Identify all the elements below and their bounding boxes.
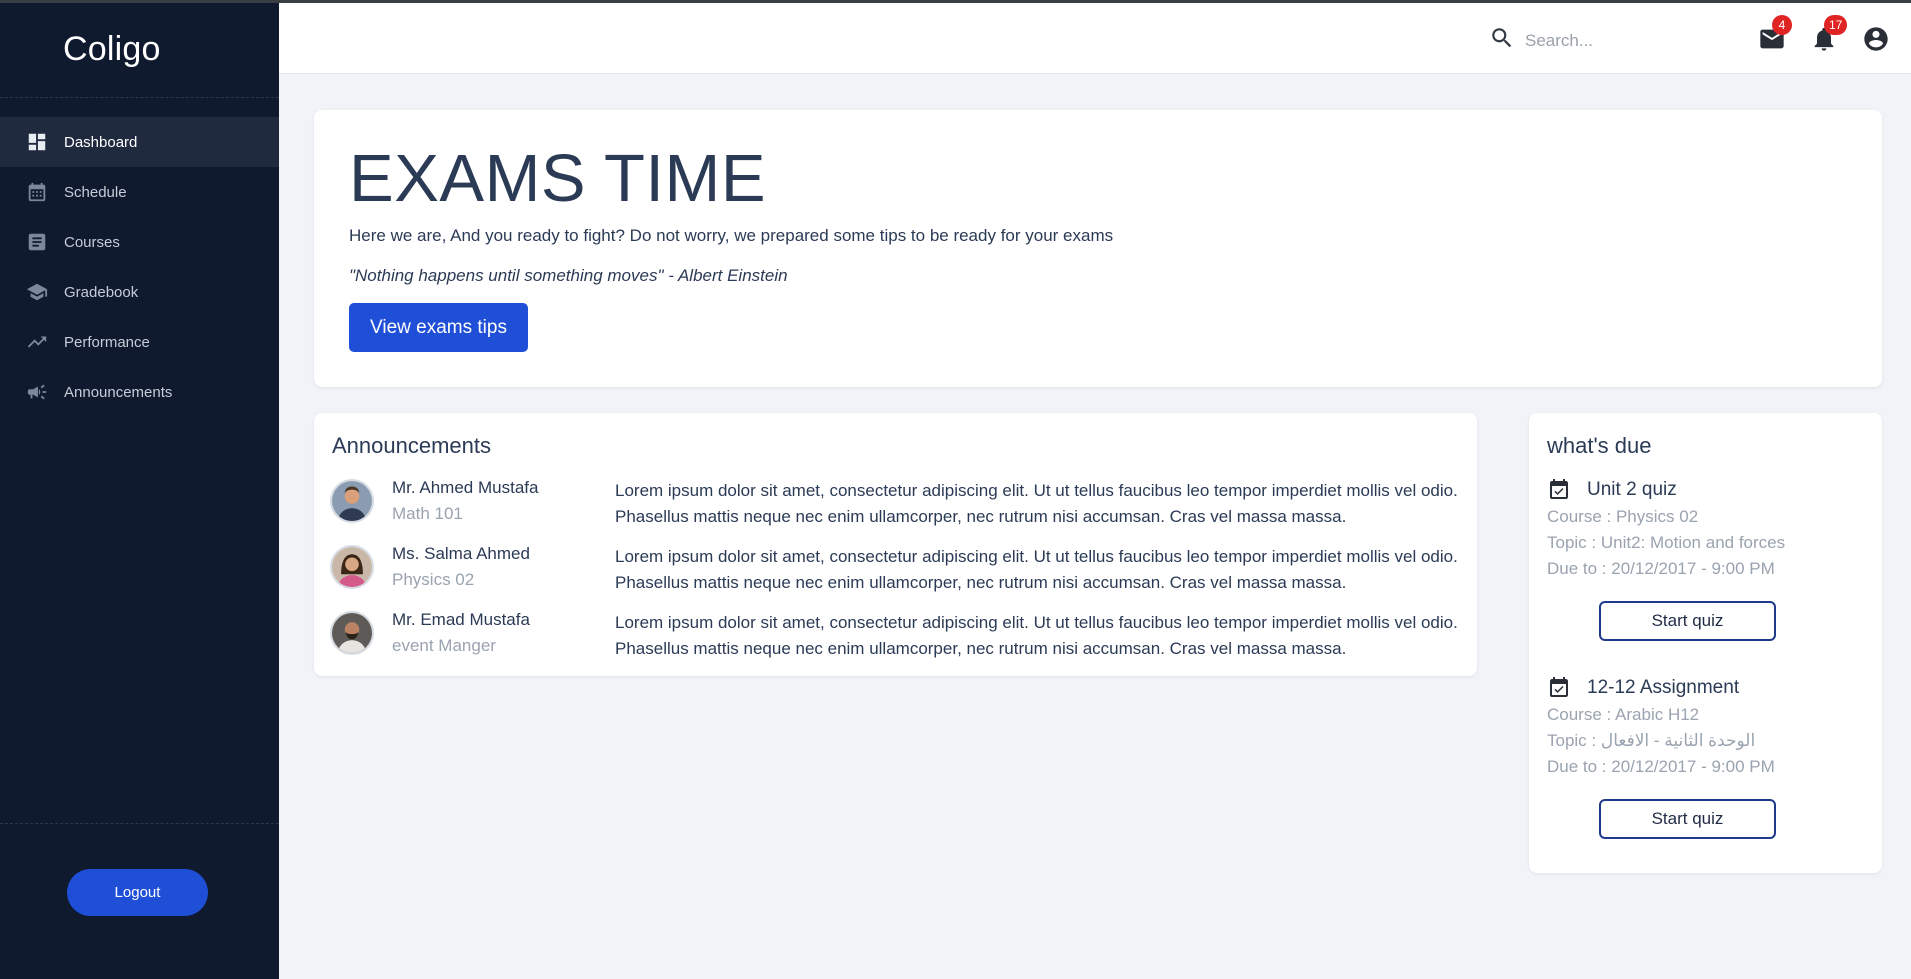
app-logo[interactable]: Coligo xyxy=(63,30,161,69)
hero-description: Here we are, And you ready to fight? Do … xyxy=(349,226,1114,245)
announcement-text: Lorem ipsum dolor sit amet, consectetur … xyxy=(615,481,1458,526)
bell-icon xyxy=(1810,27,1838,57)
announcements-title: Announcements xyxy=(332,433,491,458)
start-quiz-button[interactable]: Start quiz xyxy=(1599,799,1776,839)
sidebar-item-label: Announcements xyxy=(64,383,173,401)
event-available-icon xyxy=(1550,479,1568,499)
hero-quote: "Nothing happens until something moves" … xyxy=(349,266,788,285)
avatar xyxy=(330,479,374,523)
announcement-text: Lorem ipsum dolor sit amet, consectetur … xyxy=(615,613,1458,658)
due-item-topic: Topic : Unit2: Motion and forces xyxy=(1547,533,1786,552)
hero-title: EXAMS TIME xyxy=(349,141,767,216)
due-item-title: Unit 2 quiz xyxy=(1587,479,1677,500)
mail-button[interactable]: 4 xyxy=(1758,15,1792,53)
event-available-icon xyxy=(1550,677,1568,697)
sidebar-item-schedule[interactable]: Schedule xyxy=(0,167,279,217)
mail-count-badge: 4 xyxy=(1772,15,1792,35)
due-item-course: Course : Physics 02 xyxy=(1547,507,1699,526)
announcement-item[interactable]: Mr. Ahmed Mustafa Math 101 Lorem ipsum d… xyxy=(330,478,1470,535)
whats-due-card: what's due Unit 2 quiz Course : Physics … xyxy=(1529,413,1882,873)
megaphone-icon xyxy=(26,381,48,403)
sidebar-divider-top xyxy=(0,97,279,98)
notifications-button[interactable]: 17 xyxy=(1810,15,1848,53)
due-item-due-date: Due to : 20/12/2017 - 9:00 PM xyxy=(1547,559,1775,578)
announcement-author: Mr. Emad Mustafa xyxy=(392,610,530,629)
due-item-course: Course : Arabic H12 xyxy=(1547,705,1700,724)
account-circle-icon xyxy=(1862,27,1890,57)
sidebar-item-label: Dashboard xyxy=(64,133,138,151)
sidebar-item-dashboard[interactable]: Dashboard xyxy=(0,117,279,167)
sidebar-item-gradebook[interactable]: Gradebook xyxy=(0,267,279,317)
due-item: 12-12 Assignment Course : Arabic H12 Top… xyxy=(1547,674,1867,780)
start-quiz-button[interactable]: Start quiz xyxy=(1599,601,1776,641)
sidebar-item-label: Gradebook xyxy=(64,283,139,301)
due-item: Unit 2 quiz Course : Physics 02 Topic : … xyxy=(1547,476,1867,582)
dashboard-icon xyxy=(26,131,48,153)
sidebar-item-label: Schedule xyxy=(64,183,127,201)
announcement-author: Ms. Salma Ahmed xyxy=(392,544,530,563)
whats-due-title: what's due xyxy=(1547,433,1652,458)
sidebar-item-label: Courses xyxy=(64,233,120,251)
notification-count-badge: 17 xyxy=(1824,15,1848,35)
account-button[interactable] xyxy=(1862,25,1890,53)
trending-up-icon xyxy=(26,331,48,353)
avatar xyxy=(330,545,374,589)
announcement-subtitle: Math 101 xyxy=(392,504,463,523)
calendar-icon xyxy=(26,181,48,203)
sidebar-divider-bottom xyxy=(0,823,279,824)
window-top-border xyxy=(0,0,1911,3)
announcement-item[interactable]: Mr. Emad Mustafa event Manger Lorem ipsu… xyxy=(330,610,1470,667)
due-item-topic: Topic : الوحدة الثانية - الافعال xyxy=(1547,731,1756,750)
due-item-title: 12-12 Assignment xyxy=(1587,677,1740,698)
announcement-item[interactable]: Ms. Salma Ahmed Physics 02 Lorem ipsum d… xyxy=(330,544,1470,601)
sidebar-item-performance[interactable]: Performance xyxy=(0,317,279,367)
mail-icon xyxy=(1758,29,1786,57)
announcement-text: Lorem ipsum dolor sit amet, consectetur … xyxy=(615,547,1458,592)
sidebar: Coligo Dashboard Schedule Courses Gradeb… xyxy=(0,0,279,979)
sidebar-nav: Dashboard Schedule Courses Gradebook Per… xyxy=(0,117,279,417)
announcement-subtitle: event Manger xyxy=(392,636,496,655)
view-exams-tips-button[interactable]: View exams tips xyxy=(349,303,528,352)
avatar xyxy=(330,611,374,655)
sidebar-item-announcements[interactable]: Announcements xyxy=(0,367,279,417)
announcement-subtitle: Physics 02 xyxy=(392,570,475,589)
search-icon[interactable] xyxy=(1489,25,1515,56)
exams-hero-card: EXAMS TIME Here we are, And you ready to… xyxy=(314,110,1882,387)
logout-button[interactable]: Logout xyxy=(67,869,208,916)
graduation-cap-icon xyxy=(26,281,48,303)
announcements-card: Announcements Mr. Ahmed Mustafa Math 101… xyxy=(314,413,1477,676)
search-box xyxy=(1489,25,1725,56)
search-input[interactable] xyxy=(1525,30,1725,51)
sidebar-item-label: Performance xyxy=(64,333,150,351)
top-bar: 4 17 xyxy=(279,3,1911,74)
courses-icon xyxy=(26,231,48,253)
announcement-author: Mr. Ahmed Mustafa xyxy=(392,478,539,497)
due-item-due-date: Due to : 20/12/2017 - 9:00 PM xyxy=(1547,757,1775,776)
sidebar-item-courses[interactable]: Courses xyxy=(0,217,279,267)
